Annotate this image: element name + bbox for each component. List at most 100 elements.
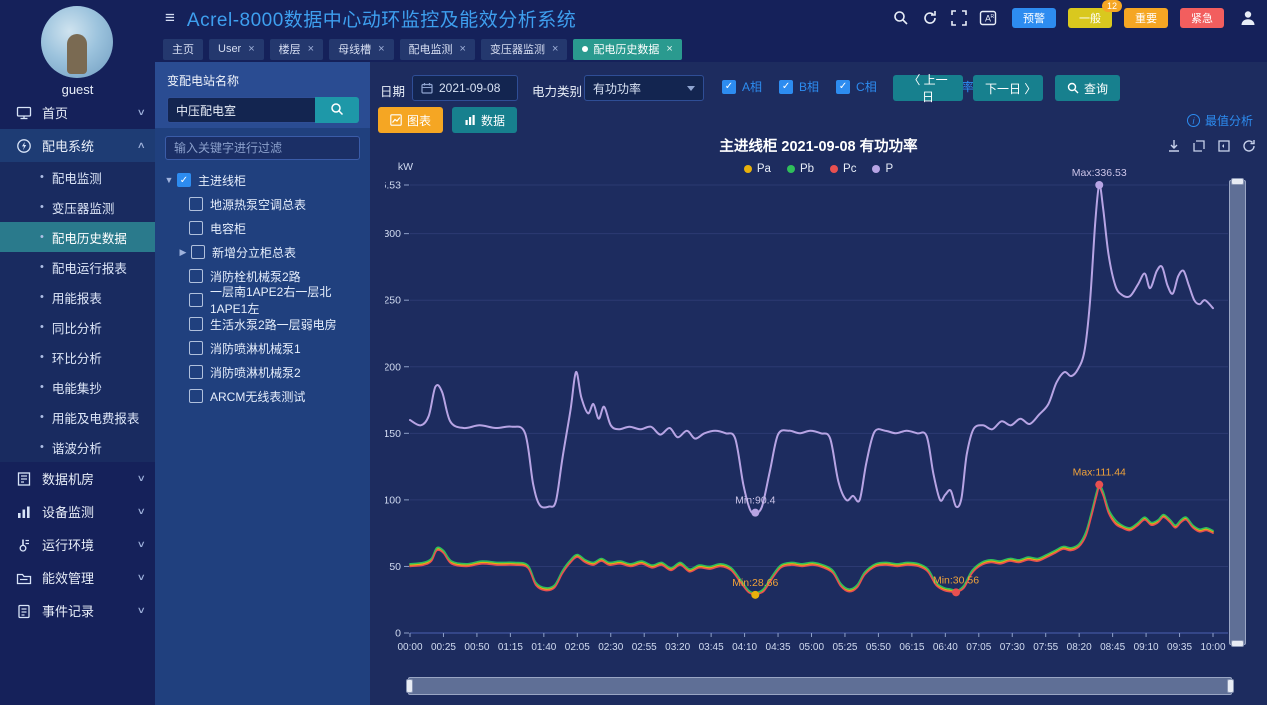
- chevron-down-icon: ∨: [137, 506, 146, 517]
- close-icon[interactable]: ×: [248, 43, 254, 55]
- zoom-box-icon[interactable]: [1191, 138, 1207, 154]
- tab-User[interactable]: User×: [209, 39, 264, 60]
- checkbox-unchecked[interactable]: [189, 269, 203, 283]
- checkbox-unchecked[interactable]: [189, 365, 203, 379]
- checkbox-unchecked[interactable]: [189, 317, 203, 331]
- caret-right-icon[interactable]: ▶: [177, 247, 189, 258]
- tree-node-地源热泵空调总表[interactable]: 地源热泵空调总表: [163, 192, 368, 216]
- vertical-datazoom-slider[interactable]: [1229, 180, 1246, 645]
- checkbox-unchecked[interactable]: [189, 341, 203, 355]
- checkbox-checked[interactable]: ✓: [836, 80, 850, 94]
- tree-node-ARCM无线表测试[interactable]: ARCM无线表测试: [163, 384, 368, 408]
- sidebar-subitem-同比分析[interactable]: •同比分析: [0, 312, 155, 342]
- sidebar-subitem-配电监测[interactable]: •配电监测: [0, 162, 155, 192]
- x-tick-label: 06:40: [933, 642, 958, 653]
- search-icon[interactable]: [892, 9, 910, 27]
- datazoom-handle[interactable]: [1227, 679, 1234, 693]
- sidebar-subitem-用能及电费报表[interactable]: •用能及电费报表: [0, 402, 155, 432]
- sidebar-item-数据机房[interactable]: 数据机房∨: [0, 462, 155, 495]
- max-analysis-link[interactable]: i 最值分析: [1187, 112, 1253, 129]
- station-search-input[interactable]: [167, 97, 315, 123]
- close-icon[interactable]: ×: [552, 43, 558, 55]
- alarm-button-一般[interactable]: 一般12: [1068, 8, 1112, 28]
- tab-楼层[interactable]: 楼层×: [270, 39, 323, 60]
- phase-checkbox-A相[interactable]: ✓A相: [722, 78, 762, 95]
- tab-母线槽[interactable]: 母线槽×: [329, 39, 393, 60]
- query-button-label: 查询: [1084, 80, 1108, 97]
- sidebar-subitem-变压器监测[interactable]: •变压器监测: [0, 192, 155, 222]
- refresh-icon[interactable]: [921, 9, 939, 27]
- chart-view-button[interactable]: 图表: [378, 107, 443, 133]
- y-tick-label: 200: [385, 361, 401, 373]
- query-button[interactable]: 查询: [1055, 75, 1120, 101]
- tree-node-label: 新增分立柜总表: [212, 244, 296, 261]
- checkbox-checked[interactable]: ✓: [779, 80, 793, 94]
- y-tick-label: 150: [385, 428, 401, 440]
- restore-box-icon[interactable]: [1216, 138, 1232, 154]
- tab-主页[interactable]: 主页: [163, 39, 203, 60]
- bullet-icon: •: [40, 351, 44, 363]
- close-icon[interactable]: ×: [460, 43, 466, 55]
- checkbox-unchecked[interactable]: [189, 221, 203, 235]
- sidebar-item-首页[interactable]: 首页∨: [0, 96, 155, 129]
- caret-down-icon[interactable]: ▼: [163, 175, 175, 185]
- chart-refresh-icon[interactable]: [1241, 138, 1257, 154]
- alarm-button-重要[interactable]: 重要: [1124, 8, 1168, 28]
- sidebar-item-事件记录[interactable]: 事件记录∨: [0, 594, 155, 627]
- avatar[interactable]: [41, 6, 113, 78]
- tab-配电历史数据[interactable]: 配电历史数据×: [573, 39, 681, 60]
- tree-node-消防喷淋机械泵1[interactable]: 消防喷淋机械泵1: [163, 336, 368, 360]
- header: ≡ Acrel-8000数据中心动环监控及能效分析系统 A R 预警一般12重要…: [155, 0, 1267, 36]
- sidebar-item-设备监测[interactable]: 设备监测∨: [0, 495, 155, 528]
- translate-icon[interactable]: A R: [979, 9, 997, 27]
- x-tick-label: 05:25: [832, 642, 857, 653]
- close-icon[interactable]: ×: [666, 43, 672, 55]
- chevron-down-icon: ∨: [137, 572, 146, 583]
- tree-filter-input[interactable]: [165, 136, 360, 160]
- checkbox-unchecked[interactable]: [189, 197, 203, 211]
- alarm-button-紧急[interactable]: 紧急: [1180, 8, 1224, 28]
- x-tick-label: 02:55: [632, 642, 657, 653]
- tree-node-消防喷淋机械泵2[interactable]: 消防喷淋机械泵2: [163, 360, 368, 384]
- next-day-button[interactable]: 下一日 〉: [973, 75, 1043, 101]
- tree-node-一层南1APE2右一层北1APE1左[interactable]: 一层南1APE2右一层北1APE1左: [163, 288, 368, 312]
- tab-bar: 主页 User× 楼层× 母线槽× 配电监测× 变压器监测× 配电历史数据×: [155, 36, 1267, 62]
- phase-checkbox-C相[interactable]: ✓C相: [836, 78, 877, 95]
- datazoom-handle[interactable]: [406, 679, 413, 693]
- sidebar-item-能效管理[interactable]: 能效管理∨: [0, 561, 155, 594]
- datazoom-handle[interactable]: [1231, 640, 1244, 647]
- checkbox-unchecked[interactable]: [189, 293, 203, 307]
- sidebar-subitem-环比分析[interactable]: •环比分析: [0, 342, 155, 372]
- checkbox-checked[interactable]: ✓: [722, 80, 736, 94]
- checkbox-checked[interactable]: ✓: [177, 173, 191, 187]
- datazoom-handle[interactable]: [1231, 178, 1244, 185]
- date-input[interactable]: 2021-09-08: [412, 75, 518, 101]
- close-icon[interactable]: ×: [378, 43, 384, 55]
- tab-配电监测[interactable]: 配电监测×: [400, 39, 475, 60]
- tree-node-电容柜[interactable]: 电容柜: [163, 216, 368, 240]
- sidebar-subitem-谐波分析[interactable]: •谐波分析: [0, 432, 155, 462]
- tree-node-root[interactable]: ▼✓主进线柜: [163, 168, 368, 192]
- category-select[interactable]: 有功功率: [584, 75, 704, 101]
- tree-node-新增分立柜总表[interactable]: ▶ 新增分立柜总表: [163, 240, 368, 264]
- hamburger-menu-icon[interactable]: ≡: [165, 8, 175, 28]
- checkbox-unchecked[interactable]: [189, 389, 203, 403]
- sidebar-item-配电系统[interactable]: 配电系统∧: [0, 129, 155, 162]
- horizontal-datazoom-slider[interactable]: [408, 677, 1232, 695]
- sidebar-subitem-配电运行报表[interactable]: •配电运行报表: [0, 252, 155, 282]
- sidebar-subitem-电能集抄[interactable]: •电能集抄: [0, 372, 155, 402]
- sidebar-item-运行环境[interactable]: 运行环境∨: [0, 528, 155, 561]
- station-search-button[interactable]: [315, 97, 359, 123]
- checkbox-unchecked[interactable]: [191, 245, 205, 259]
- user-icon[interactable]: [1239, 9, 1257, 27]
- sidebar-subitem-用能报表[interactable]: •用能报表: [0, 282, 155, 312]
- tab-变压器监测[interactable]: 变压器监测×: [481, 39, 567, 60]
- sidebar-subitem-配电历史数据[interactable]: •配电历史数据: [0, 222, 155, 252]
- prev-day-button[interactable]: 〈 上一日: [893, 75, 963, 101]
- data-view-button[interactable]: 数据: [452, 107, 517, 133]
- alarm-button-预警[interactable]: 预警: [1012, 8, 1056, 28]
- fullscreen-icon[interactable]: [950, 9, 968, 27]
- download-icon[interactable]: [1166, 138, 1182, 154]
- close-icon[interactable]: ×: [308, 43, 314, 55]
- phase-checkbox-B相[interactable]: ✓B相: [779, 78, 819, 95]
